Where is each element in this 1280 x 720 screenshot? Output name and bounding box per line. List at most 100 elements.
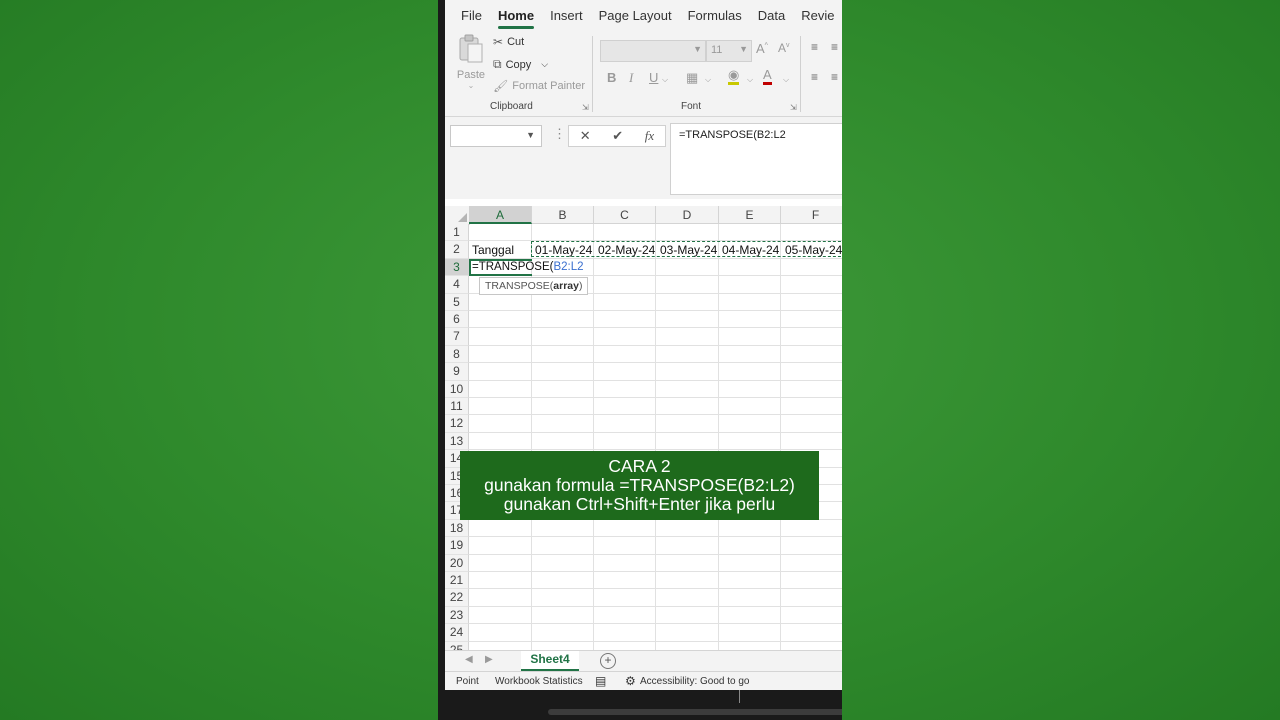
scroll-right-icon[interactable]: ▶ [485,654,493,665]
font-group-label: Font [681,101,702,112]
copy-button[interactable]: ⧉ Copy ⌵ [493,57,548,72]
column-header-a[interactable]: A [469,206,532,224]
cell-b2[interactable]: 01-May-24 [535,242,592,259]
row-header-21[interactable]: 21 [445,572,469,590]
row-header-20[interactable]: 20 [445,554,469,572]
column-header-b[interactable]: B [532,206,594,224]
chevron-down-icon[interactable]: ⌵ [705,75,711,85]
enter-check-icon[interactable]: ✔ [612,128,623,144]
column-header-f[interactable]: F [781,206,842,224]
row-header-9[interactable]: 9 [445,363,469,381]
row-header-12[interactable]: 12 [445,415,469,433]
tab-formulas[interactable]: Formulas [688,8,742,23]
home-indicator[interactable] [548,709,842,715]
align-center-icon[interactable]: ≡ [831,70,838,84]
brush-icon: 🖌 [493,79,509,93]
tab-insert[interactable]: Insert [550,8,583,23]
cell-d2[interactable]: 03-May-24 [660,242,717,259]
cell-e2[interactable]: 04-May-24 [722,242,779,259]
cell-c2[interactable]: 02-May-24 [598,242,655,259]
fill-color-icon[interactable]: ◉ [728,68,740,85]
tab-page-layout[interactable]: Page Layout [599,8,672,23]
tab-home[interactable]: Home [497,8,535,29]
align-top-icon[interactable]: ≡ [811,40,818,54]
align-left-icon[interactable]: ≡ [811,70,818,84]
select-all-button[interactable] [445,206,470,225]
column-header-c[interactable]: C [594,206,656,224]
row-header-11[interactable]: 11 [445,398,469,416]
row-header-3[interactable]: 3 [445,258,469,277]
spreadsheet-grid[interactable]: A B C D E F 1 2 3 4 5 6 7 8 9 10 11 12 13 14 15 16 17 18 1… [445,206,842,650]
row-header-18[interactable]: 18 [445,519,469,538]
sheet-tab-bar: ◀ ▶ Sheet4 + [445,650,842,671]
chevron-down-icon[interactable]: ⌵ [783,75,789,85]
scroll-left-icon[interactable]: ◀ [465,654,473,665]
cell-a3-editing[interactable]: =TRANSPOSE(B2:L2 [472,259,584,276]
dialog-launcher-icon[interactable]: ⇲ [790,103,797,112]
column-header-d[interactable]: D [656,206,719,224]
group-divider [800,36,801,112]
paste-label: Paste [456,69,486,81]
tooltip-argument: array [553,280,579,292]
cell-a2[interactable]: Tanggal [472,242,514,259]
row-header-5[interactable]: 5 [445,293,469,311]
accessibility-icon[interactable]: ⚙ [625,674,636,688]
insert-function-icon[interactable]: fx [645,128,654,144]
name-box[interactable]: ▼ [450,125,542,147]
add-sheet-icon[interactable]: + [600,653,616,669]
chevron-down-icon[interactable]: ⌵ [747,75,753,85]
row-header-2[interactable]: 2 [445,241,469,259]
copy-label: Copy [505,58,532,71]
row-header-10[interactable]: 10 [445,380,469,398]
cell-f2[interactable]: 05-May-24 [785,242,842,259]
cancel-icon[interactable]: ✕ [580,128,591,144]
align-middle-icon[interactable]: ≡ [831,40,838,54]
row-header-24[interactable]: 24 [445,624,469,642]
row-header-6[interactable]: 6 [445,311,469,329]
tab-review[interactable]: Revie [801,8,834,23]
column-header-e[interactable]: E [719,206,781,224]
phone-frame: File Home Insert Page Layout Formulas Da… [438,0,842,720]
row-header-1[interactable]: 1 [445,224,469,242]
tab-data[interactable]: Data [758,8,785,23]
formula-input[interactable]: =TRANSPOSE(B2:L2 [670,123,842,195]
row-header-23[interactable]: 23 [445,606,469,625]
bold-button[interactable]: B [607,70,616,85]
increase-font-icon[interactable]: A^ [756,41,768,56]
function-tooltip[interactable]: TRANSPOSE(array) [479,277,589,295]
row-header-7[interactable]: 7 [445,328,469,346]
row-header-19[interactable]: 19 [445,537,469,555]
formula-text: =TRANSPOSE( [472,261,554,273]
dialog-launcher-icon[interactable]: ⇲ [582,103,589,112]
decrease-font-icon[interactable]: Av [778,41,790,55]
row-header-4[interactable]: 4 [445,276,469,294]
chevron-down-icon[interactable]: ⌵ [662,75,668,85]
font-size-select[interactable]: 11 ▼ [706,40,752,62]
more-options-icon[interactable]: ⋮ [553,126,566,142]
caption-line-shortcut: gunakan Ctrl+Shift+Enter jika perlu [503,494,776,514]
tab-file[interactable]: File [461,8,482,23]
row-header-25[interactable]: 25 [445,641,469,650]
chevron-down-icon: ▼ [739,44,748,54]
cut-button[interactable]: ✂ Cut [493,35,524,49]
group-divider [592,36,593,112]
macro-recording-icon[interactable]: ▤ [595,674,606,688]
underline-button[interactable]: U [649,70,658,85]
italic-button[interactable]: I [629,70,633,86]
paste-button[interactable]: Paste ⌄ [455,34,487,92]
accessibility-status[interactable]: Accessibility: Good to go [640,676,750,687]
row-header-22[interactable]: 22 [445,589,469,607]
font-name-select[interactable]: ▼ [600,40,706,62]
row-header-13[interactable]: 13 [445,432,469,451]
formula-buttons: ✕ ✔ fx [568,125,666,147]
row-header-8[interactable]: 8 [445,345,469,364]
caption-line-formula: gunakan formula =TRANSPOSE(B2:L2) [484,475,795,495]
format-painter-button[interactable]: 🖌 Format Painter [493,79,585,93]
font-color-icon[interactable]: A [763,68,772,85]
borders-icon[interactable]: ▦ [686,70,698,86]
column-gridline [780,224,781,650]
tooltip-close-paren: ) [578,280,583,292]
sheet-tab-active[interactable]: Sheet4 [521,651,579,671]
cut-label: Cut [507,36,525,48]
workbook-statistics-button[interactable]: Workbook Statistics [495,676,583,687]
